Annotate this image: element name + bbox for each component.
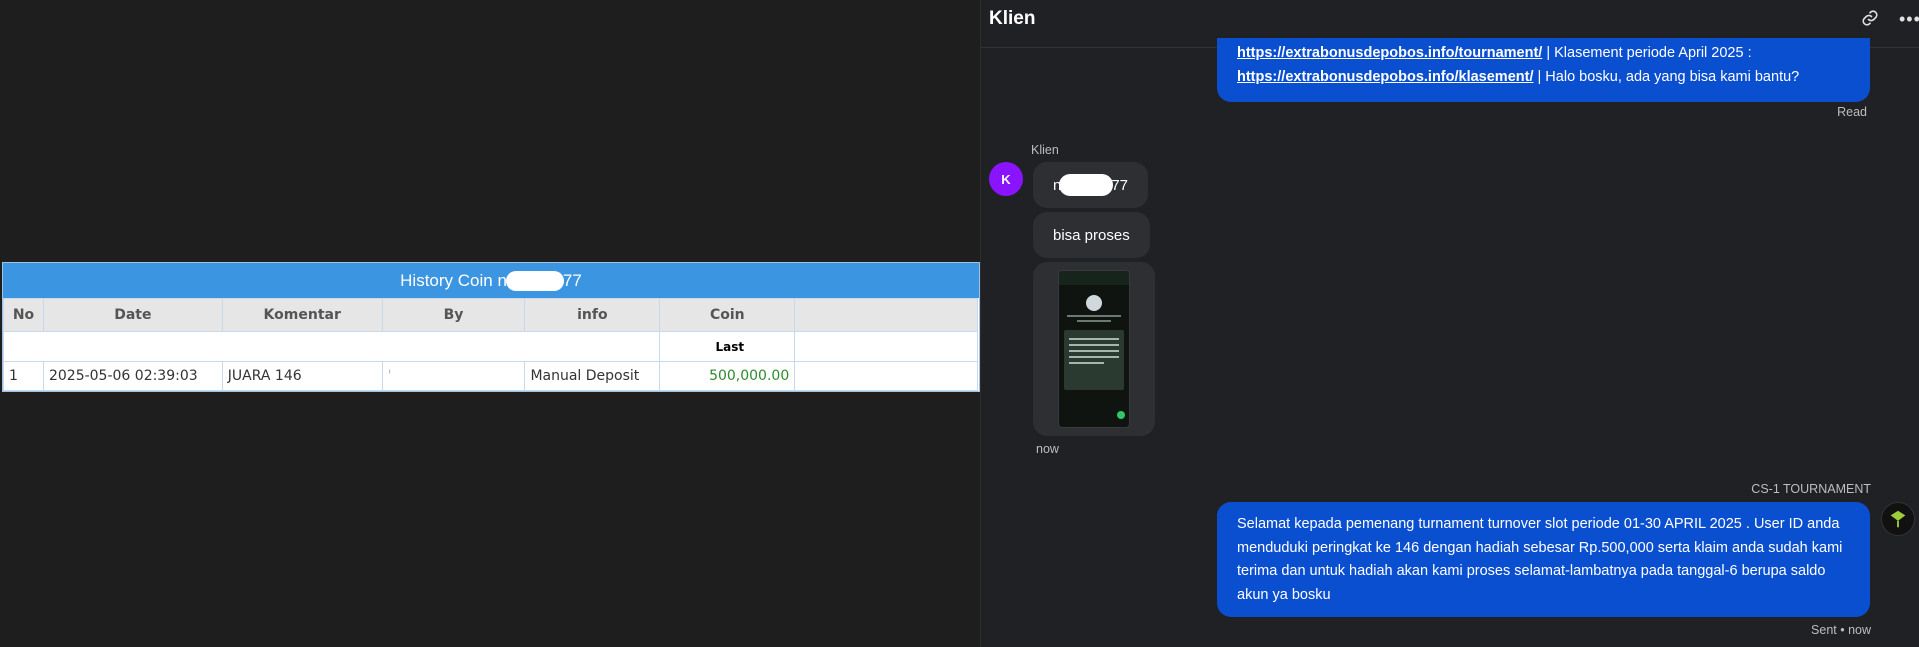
col-coin: Coin xyxy=(659,298,796,332)
avatar: K xyxy=(989,162,1023,196)
history-title: History Coin n 77 xyxy=(3,263,979,298)
redaction-mark xyxy=(1059,174,1114,196)
cell-no: 1 xyxy=(3,361,44,391)
agent-avatar xyxy=(1881,502,1915,536)
col-by: By xyxy=(381,298,526,332)
client-msg2: bisa proses xyxy=(1053,226,1130,244)
redaction-mark xyxy=(505,270,564,291)
client-message-username: n 77 xyxy=(1033,162,1149,208)
client-msg1-suffix: 77 xyxy=(1111,176,1129,194)
history-panel: History Coin n 77 No Date Komentar By inf… xyxy=(0,0,980,647)
col-info: info xyxy=(524,298,661,332)
chat-panel: Klien ••• https://extrabonusdepobos.info… xyxy=(980,0,1919,647)
agent-message: Selamat kepada pemenang turnament turnov… xyxy=(1217,502,1870,617)
cell-coin: 500,000.00 xyxy=(659,361,796,391)
agent-sender-name: CS-1 TOURNAMENT xyxy=(1751,482,1871,496)
sent-status: Sent • now xyxy=(1811,623,1871,637)
cell-date: 2025-05-06 02:39:03 xyxy=(42,361,223,391)
col-komentar: Komentar xyxy=(221,298,383,332)
cell-komentar: JUARA 146 xyxy=(221,361,383,391)
screen: History Coin n 77 No Date Komentar By inf… xyxy=(0,0,1919,647)
table-header-row: No Date Komentar By info Coin xyxy=(3,298,978,332)
link-text-2: | Halo bosku, ada yang bisa kami bantu? xyxy=(1533,68,1800,85)
client-sender-name: Klien xyxy=(1031,143,1059,157)
subheader-empty xyxy=(2,331,661,362)
table-row: 1 2025-05-06 02:39:03 JUARA 146 ' Manual… xyxy=(3,361,978,391)
history-table: No Date Komentar By info Coin Last 1 202… xyxy=(2,298,978,391)
cell-by: ' xyxy=(381,361,526,391)
phone-screenshot-thumbnail xyxy=(1058,270,1130,428)
history-title-prefix: History Coin n xyxy=(400,270,507,290)
col-extra xyxy=(794,298,978,332)
more-icon[interactable]: ••• xyxy=(1899,9,1919,30)
tournament-link[interactable]: https://extrabonusdepobos.info/tournamen… xyxy=(1237,45,1542,61)
col-no: No xyxy=(3,298,44,332)
col-date: Date xyxy=(42,298,223,332)
table-subheader-row: Last xyxy=(2,331,978,362)
history-title-suffix: 77 xyxy=(562,270,582,290)
client-message-text: bisa proses xyxy=(1033,212,1150,258)
cell-extra xyxy=(794,361,978,391)
link-text-1: | Klasement periode April 2025 : xyxy=(1542,45,1752,61)
subheader-extra xyxy=(794,331,978,362)
agent-message-links: https://extrabonusdepobos.info/tournamen… xyxy=(1217,38,1870,102)
read-status: Read xyxy=(1837,105,1867,119)
link-icon[interactable] xyxy=(1861,9,1879,32)
klasement-link[interactable]: https://extrabonusdepobos.info/klasement… xyxy=(1237,69,1533,85)
client-timestamp: now xyxy=(1036,442,1059,456)
client-image-attachment[interactable] xyxy=(1033,262,1155,436)
chat-title: Klien xyxy=(989,8,1036,29)
history-coin-table: History Coin n 77 No Date Komentar By inf… xyxy=(2,262,980,392)
cell-info: Manual Deposit xyxy=(524,361,661,391)
subheader-last: Last xyxy=(659,331,796,362)
agent-message-text: Selamat kepada pemenang turnament turnov… xyxy=(1237,516,1843,603)
